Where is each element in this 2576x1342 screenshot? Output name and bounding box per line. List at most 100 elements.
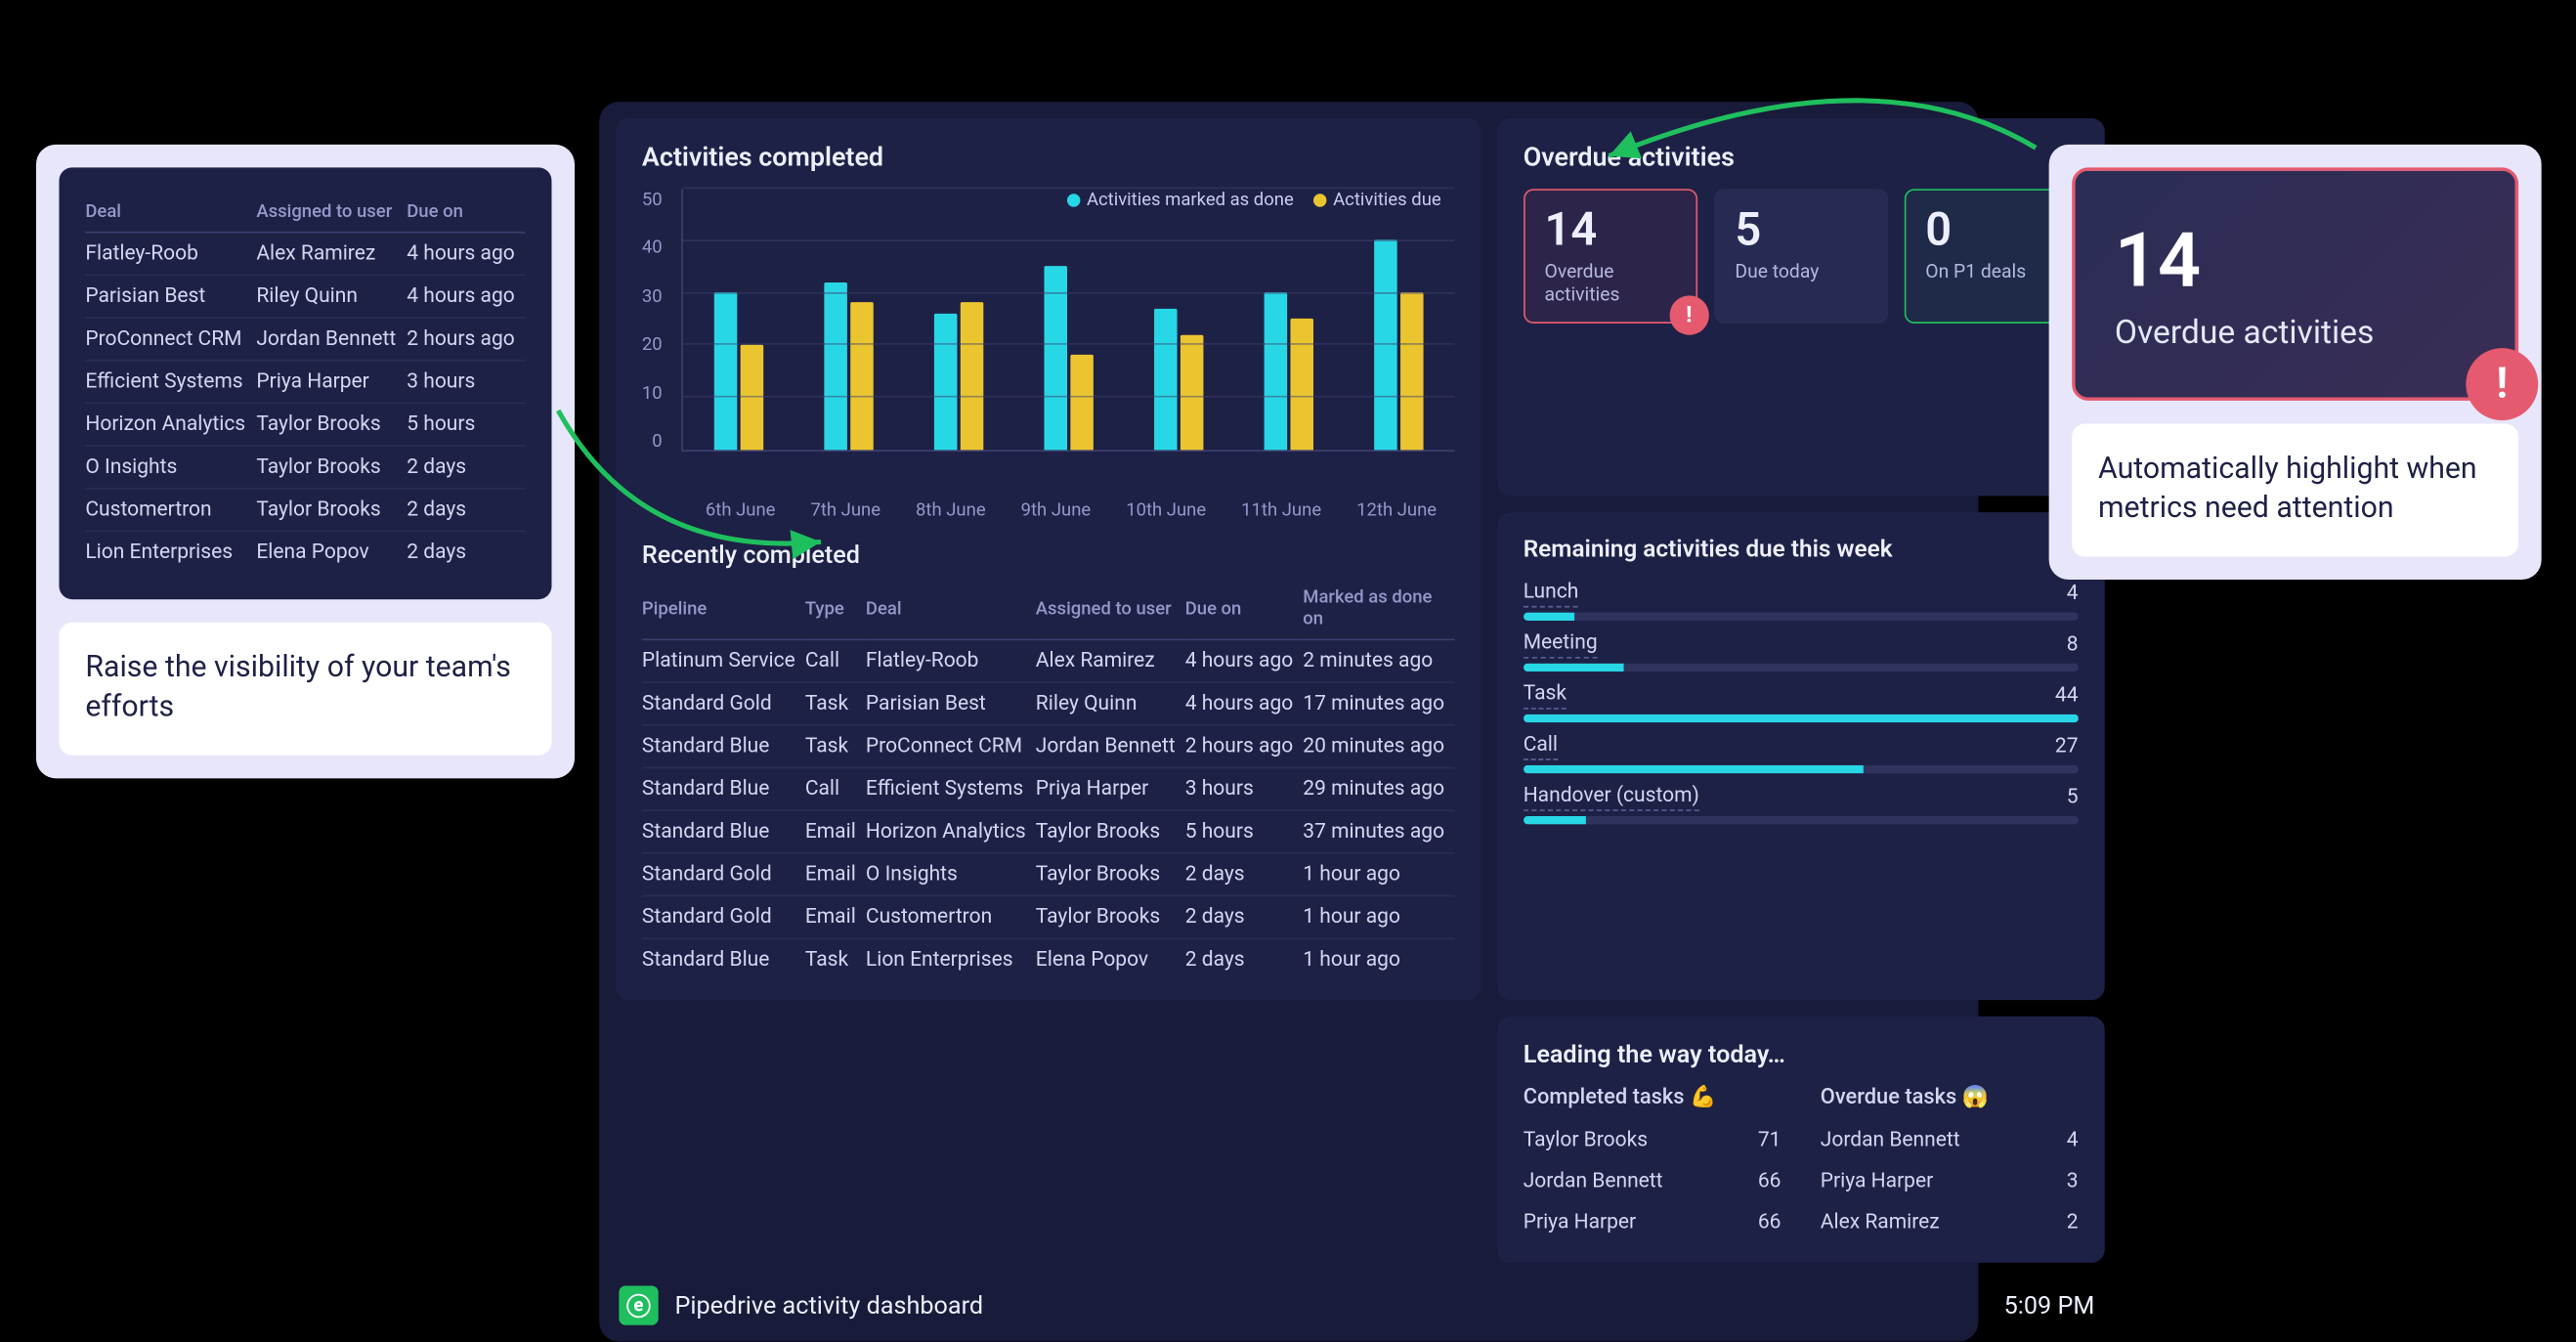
bar-group xyxy=(1045,266,1094,450)
table-row[interactable]: Parisian BestRiley Quinn4 hours ago xyxy=(85,275,525,318)
activities-chart: 50 40 30 20 10 0 xyxy=(642,189,1454,493)
table-row[interactable]: Standard BlueCallEfficient SystemsPriya … xyxy=(642,767,1454,810)
table-row[interactable]: Standard BlueTaskLion EnterprisesElena P… xyxy=(642,938,1454,980)
chart-bar xyxy=(714,292,738,450)
dashboard-footer: ⓔ Pipedrive activity dashboard 5:09 PM xyxy=(616,1279,2104,1325)
bar-group xyxy=(934,303,983,451)
bar-group xyxy=(714,292,763,450)
column-header: Assigned to user xyxy=(1036,580,1185,639)
stat-box[interactable]: 5 Due today xyxy=(1714,189,1888,324)
recently-completed-title: Recently completed xyxy=(642,541,1454,570)
leading-completed-header: Completed tasks 💪 xyxy=(1524,1085,1782,1109)
y-tick: 20 xyxy=(642,333,663,355)
table-row[interactable]: Standard BlueTaskProConnect CRMJordan Be… xyxy=(642,725,1454,768)
chart-bar xyxy=(824,281,847,450)
stat-value: 5 xyxy=(1735,207,1866,253)
bar-group xyxy=(1265,292,1313,450)
leaderboard-row: Jordan Bennett4 xyxy=(1821,1120,2079,1161)
table-row[interactable]: O InsightsTaylor Brooks2 days xyxy=(85,446,525,489)
leading-overdue-header: Overdue tasks 😱 xyxy=(1821,1085,2079,1109)
progress-item: Call 27 xyxy=(1524,732,2079,773)
mini-deals-table: DealAssigned to userDue on Flatley-RoobA… xyxy=(85,194,525,573)
table-row[interactable]: Standard GoldEmailCustomertronTaylor Bro… xyxy=(642,895,1454,938)
y-tick: 40 xyxy=(642,238,663,259)
leaderboard-row: Priya Harper3 xyxy=(1821,1161,2079,1202)
leaderboard-row: Priya Harper66 xyxy=(1524,1202,1782,1243)
leaderboard-row: Taylor Brooks71 xyxy=(1524,1120,1782,1161)
x-label: 7th June xyxy=(810,499,880,521)
y-tick: 0 xyxy=(652,430,662,452)
remaining-panel: Remaining activities due this week Lunch… xyxy=(1497,512,2105,1000)
chart-bar xyxy=(961,303,984,451)
chart-bar xyxy=(850,303,874,451)
progress-item: Handover (custom) 5 xyxy=(1524,783,2079,824)
progress-label: Lunch xyxy=(1524,580,1579,608)
table-row[interactable]: Flatley-RoobAlex Ramirez4 hours ago xyxy=(85,233,525,276)
stat-label: Overdue activities xyxy=(1545,259,1676,305)
logo-icon: ⓔ xyxy=(619,1285,658,1324)
x-label: 6th June xyxy=(706,499,776,521)
chart-bar xyxy=(934,314,958,451)
progress-item: Meeting 8 xyxy=(1524,630,2079,671)
column-header: Due on xyxy=(407,194,525,232)
table-row[interactable]: Efficient SystemsPriya Harper3 hours xyxy=(85,361,525,404)
progress-label: Call xyxy=(1524,732,1558,760)
column-header: Marked as done on xyxy=(1303,580,1454,639)
activities-panel: Activities completed Activities marked a… xyxy=(616,118,1481,1000)
x-label: 8th June xyxy=(916,499,986,521)
right-callout-note: Automatically highlight when metrics nee… xyxy=(2072,423,2518,555)
table-row[interactable]: ProConnect CRMJordan Bennett2 hours ago xyxy=(85,318,525,361)
big-stat-value: 14 xyxy=(2115,217,2476,306)
y-tick: 30 xyxy=(642,285,663,307)
recently-completed-table: PipelineTypeDealAssigned to userDue onMa… xyxy=(642,580,1454,980)
column-header: Pipeline xyxy=(642,580,805,639)
table-row[interactable]: CustomertronTaylor Brooks2 days xyxy=(85,489,525,532)
table-row[interactable]: Standard BlueEmailHorizon AnalyticsTaylo… xyxy=(642,810,1454,853)
activities-completed-title: Activities completed xyxy=(642,141,1454,172)
y-tick: 50 xyxy=(642,189,663,210)
chart-bar xyxy=(1400,292,1424,450)
table-row[interactable]: Platinum ServiceCallFlatley-RoobAlex Ram… xyxy=(642,639,1454,682)
progress-item: Lunch 4 xyxy=(1524,580,2079,621)
x-label: 12th June xyxy=(1356,499,1437,521)
big-overdue-stat: 14 Overdue activities ! xyxy=(2072,167,2518,401)
remaining-title: Remaining activities due this week xyxy=(1524,536,2079,564)
chart-bar xyxy=(1265,292,1288,450)
progress-value: 27 xyxy=(2055,734,2079,758)
table-row[interactable]: Horizon AnalyticsTaylor Brooks5 hours xyxy=(85,403,525,446)
progress-value: 5 xyxy=(2067,785,2079,809)
progress-label: Meeting xyxy=(1524,630,1598,659)
progress-label: Task xyxy=(1524,681,1567,710)
stat-box[interactable]: 14Overdue activities! xyxy=(1524,189,1697,324)
table-row[interactable]: Standard GoldTaskParisian BestRiley Quin… xyxy=(642,682,1454,725)
left-callout-card: DealAssigned to userDue on Flatley-RoobA… xyxy=(36,145,575,778)
big-stat-label: Overdue activities xyxy=(2115,312,2476,351)
overdue-title: Overdue activities xyxy=(1524,141,2079,172)
progress-value: 44 xyxy=(2055,683,2079,708)
leaderboard-row: Jordan Bennett66 xyxy=(1524,1161,1782,1202)
table-row[interactable]: Lion EnterprisesElena Popov2 days xyxy=(85,531,525,573)
chart-bar xyxy=(1045,266,1068,450)
stat-label: Due today xyxy=(1735,259,1866,282)
alert-icon: ! xyxy=(2466,348,2538,420)
stat-value: 14 xyxy=(1545,207,1676,253)
leading-title: Leading the way today… xyxy=(1524,1039,2079,1068)
progress-value: 8 xyxy=(2067,632,2079,657)
dashboard-title: Pipedrive activity dashboard xyxy=(674,1290,983,1320)
dashboard: Activities completed Activities marked a… xyxy=(599,102,1978,1341)
overdue-panel: Overdue activities 14 Overdue activities!… xyxy=(1497,118,2105,496)
leading-overdue-col: Overdue tasks 😱 Jordan Bennett4Priya Har… xyxy=(1821,1085,2079,1242)
dashboard-time: 5:09 PM xyxy=(2004,1290,2095,1320)
y-tick: 10 xyxy=(642,382,663,404)
column-header: Deal xyxy=(866,580,1036,639)
table-row[interactable]: Standard GoldEmailO InsightsTaylor Brook… xyxy=(642,853,1454,896)
column-header: Deal xyxy=(85,194,256,232)
chart-bar xyxy=(1154,308,1178,450)
progress-value: 4 xyxy=(2067,582,2079,606)
stat-label: On P1 deals xyxy=(1925,259,2056,282)
progress-label: Handover (custom) xyxy=(1524,783,1699,811)
leaderboard-row: Alex Ramirez2 xyxy=(1821,1202,2079,1243)
progress-item: Task 44 xyxy=(1524,681,2079,722)
left-callout-note: Raise the visibility of your team's effo… xyxy=(59,623,551,755)
alert-icon: ! xyxy=(1669,295,1708,334)
